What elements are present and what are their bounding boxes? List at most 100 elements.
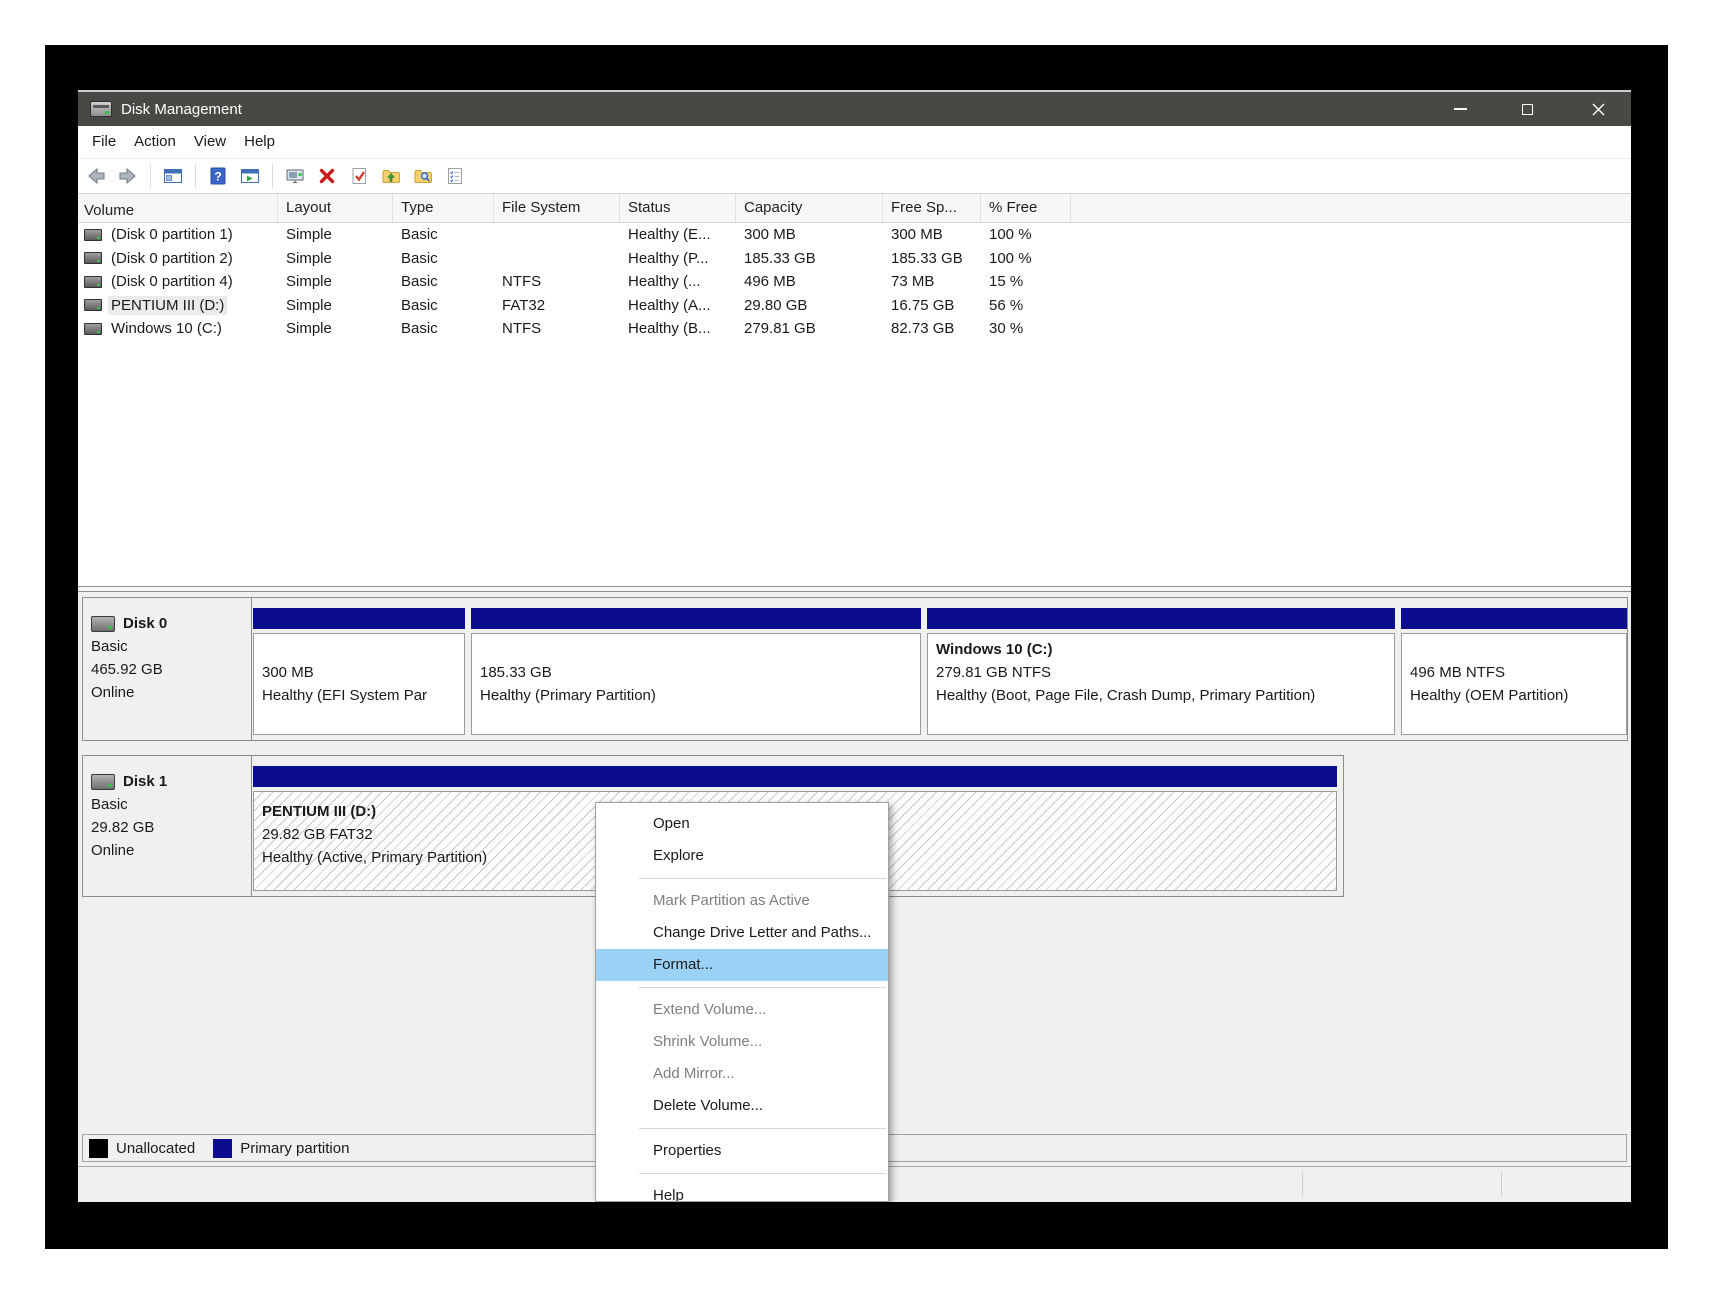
file-system-cell: FAT32	[494, 297, 620, 314]
toolbar-separator	[195, 164, 196, 188]
legend-label: Primary partition	[240, 1140, 349, 1157]
window-title: Disk Management	[121, 101, 242, 118]
column-header-layout[interactable]: Layout	[278, 194, 393, 222]
close-icon	[1592, 103, 1605, 116]
menu-item-format[interactable]: Format...	[596, 949, 888, 981]
column-header-type[interactable]: Type	[393, 194, 494, 222]
file-system-cell: NTFS	[494, 273, 620, 290]
screenshot-root: Disk Management File Action View Help	[0, 0, 1713, 1302]
partition-status: Healthy (OEM Partition)	[1410, 684, 1618, 707]
menu-item-help[interactable]: Help	[596, 1180, 888, 1202]
primary-partition-swatch	[213, 1139, 232, 1158]
check-document-icon[interactable]	[349, 166, 369, 186]
partition-color-bar	[927, 608, 1395, 629]
free-space-cell: 82.73 GB	[883, 320, 981, 337]
menu-help[interactable]: Help	[235, 126, 284, 158]
menu-item-extend-volume: Extend Volume...	[596, 994, 888, 1026]
close-button[interactable]	[1575, 92, 1622, 126]
pct-free-cell: 100 %	[981, 250, 1071, 267]
menu-view[interactable]: View	[185, 126, 235, 158]
column-header-volume[interactable]: Volume	[78, 194, 278, 222]
volume-list: Volume Layout Type File System Status Ca…	[78, 194, 1631, 586]
disk-1-label-panel[interactable]: Disk 1 Basic 29.82 GB Online	[83, 756, 252, 896]
svg-text:?: ?	[214, 170, 221, 184]
capacity-cell: 185.33 GB	[736, 250, 883, 267]
partition-color-bar	[253, 766, 1337, 787]
status-cell: Healthy (E...	[620, 226, 736, 243]
toolbar-separator	[150, 164, 151, 188]
disk-status: Online	[91, 681, 243, 704]
maximize-icon	[1522, 104, 1533, 115]
menu-item-add-mirror: Add Mirror...	[596, 1058, 888, 1090]
titlebar: Disk Management	[78, 92, 1631, 126]
table-row-pentium-iii[interactable]: PENTIUM III (D:) Simple Basic FAT32 Heal…	[78, 294, 1631, 318]
volume-cell: Windows 10 (C:)	[78, 319, 278, 338]
forward-icon[interactable]	[118, 166, 138, 186]
column-header-capacity[interactable]: Capacity	[736, 194, 883, 222]
volume-cell: (Disk 0 partition 4)	[78, 272, 278, 291]
column-header-free-space[interactable]: Free Sp...	[883, 194, 981, 222]
table-row[interactable]: Windows 10 (C:) Simple Basic NTFS Health…	[78, 317, 1631, 341]
type-cell: Basic	[393, 320, 494, 337]
capacity-cell: 496 MB	[736, 273, 883, 290]
table-row[interactable]: (Disk 0 partition 2) Simple Basic Health…	[78, 247, 1631, 271]
maximize-button[interactable]	[1504, 92, 1551, 126]
toolbar: ?	[78, 158, 1631, 194]
partition-size: 279.81 GB NTFS	[936, 661, 1386, 684]
menu-item-change-drive-letter-and-paths[interactable]: Change Drive Letter and Paths...	[596, 917, 888, 949]
menu-item-mark-partition-as-active: Mark Partition as Active	[596, 885, 888, 917]
pct-free-cell: 15 %	[981, 273, 1071, 290]
partition-efi[interactable]: 300 MB Healthy (EFI System Par	[253, 608, 465, 735]
disk-type: Basic	[91, 793, 243, 816]
disk-size: 465.92 GB	[91, 658, 243, 681]
partition-status: Healthy (Boot, Page File, Crash Dump, Pr…	[936, 684, 1386, 707]
minimize-icon	[1454, 108, 1467, 110]
menu-item-explore[interactable]: Explore	[596, 840, 888, 872]
table-row[interactable]: (Disk 0 partition 1) Simple Basic Health…	[78, 223, 1631, 247]
unallocated-swatch	[89, 1139, 108, 1158]
legend-primary-partition: Primary partition	[213, 1139, 349, 1158]
column-header-status[interactable]: Status	[620, 194, 736, 222]
disk-0-label-panel[interactable]: Disk 0 Basic 465.92 GB Online	[83, 598, 252, 740]
status-cell: Healthy (...	[620, 273, 736, 290]
menu-item-open[interactable]: Open	[596, 808, 888, 840]
minimize-button[interactable]	[1437, 92, 1484, 126]
back-icon[interactable]	[86, 166, 106, 186]
status-cell: Healthy (B...	[620, 320, 736, 337]
remote-connection-icon[interactable]	[285, 166, 305, 186]
free-space-cell: 185.33 GB	[883, 250, 981, 267]
menu-separator	[639, 987, 886, 988]
partition-context-menu: Open Explore Mark Partition as Active Ch…	[595, 802, 889, 1202]
console-tree-icon[interactable]	[240, 166, 260, 186]
partition-primary-185gb[interactable]: 185.33 GB Healthy (Primary Partition)	[471, 608, 921, 735]
volume-cell: (Disk 0 partition 2)	[78, 249, 278, 268]
disk-management-icon	[90, 101, 112, 117]
column-header-pct-free[interactable]: % Free	[981, 194, 1071, 222]
status-bar-separator	[1302, 1172, 1303, 1196]
menu-bar: File Action View Help	[78, 126, 1631, 158]
delete-icon[interactable]	[317, 166, 337, 186]
menu-item-properties[interactable]: Properties	[596, 1135, 888, 1167]
drive-icon	[84, 276, 102, 288]
folder-upload-icon[interactable]	[381, 166, 401, 186]
task-list-icon[interactable]	[445, 166, 465, 186]
toolbar-separator	[272, 164, 273, 188]
menu-action[interactable]: Action	[125, 126, 185, 158]
folder-search-icon[interactable]	[413, 166, 433, 186]
partition-status: Healthy (EFI System Par	[262, 684, 456, 707]
menu-file[interactable]: File	[83, 126, 125, 158]
partition-size: 185.33 GB	[480, 661, 912, 684]
partition-oem[interactable]: 496 MB NTFS Healthy (OEM Partition)	[1401, 608, 1627, 735]
console-window-icon[interactable]	[163, 166, 183, 186]
disk-icon	[91, 616, 115, 632]
layout-cell: Simple	[278, 250, 393, 267]
disk-size: 29.82 GB	[91, 816, 243, 839]
partition-windows-10-c[interactable]: Windows 10 (C:) 279.81 GB NTFS Healthy (…	[927, 608, 1395, 735]
partition-name: Windows 10 (C:)	[936, 638, 1386, 661]
partition-name	[262, 638, 456, 661]
table-row[interactable]: (Disk 0 partition 4) Simple Basic NTFS H…	[78, 270, 1631, 294]
column-header-file-system[interactable]: File System	[494, 194, 620, 222]
menu-item-delete-volume[interactable]: Delete Volume...	[596, 1090, 888, 1122]
help-icon[interactable]: ?	[208, 166, 228, 186]
type-cell: Basic	[393, 297, 494, 314]
